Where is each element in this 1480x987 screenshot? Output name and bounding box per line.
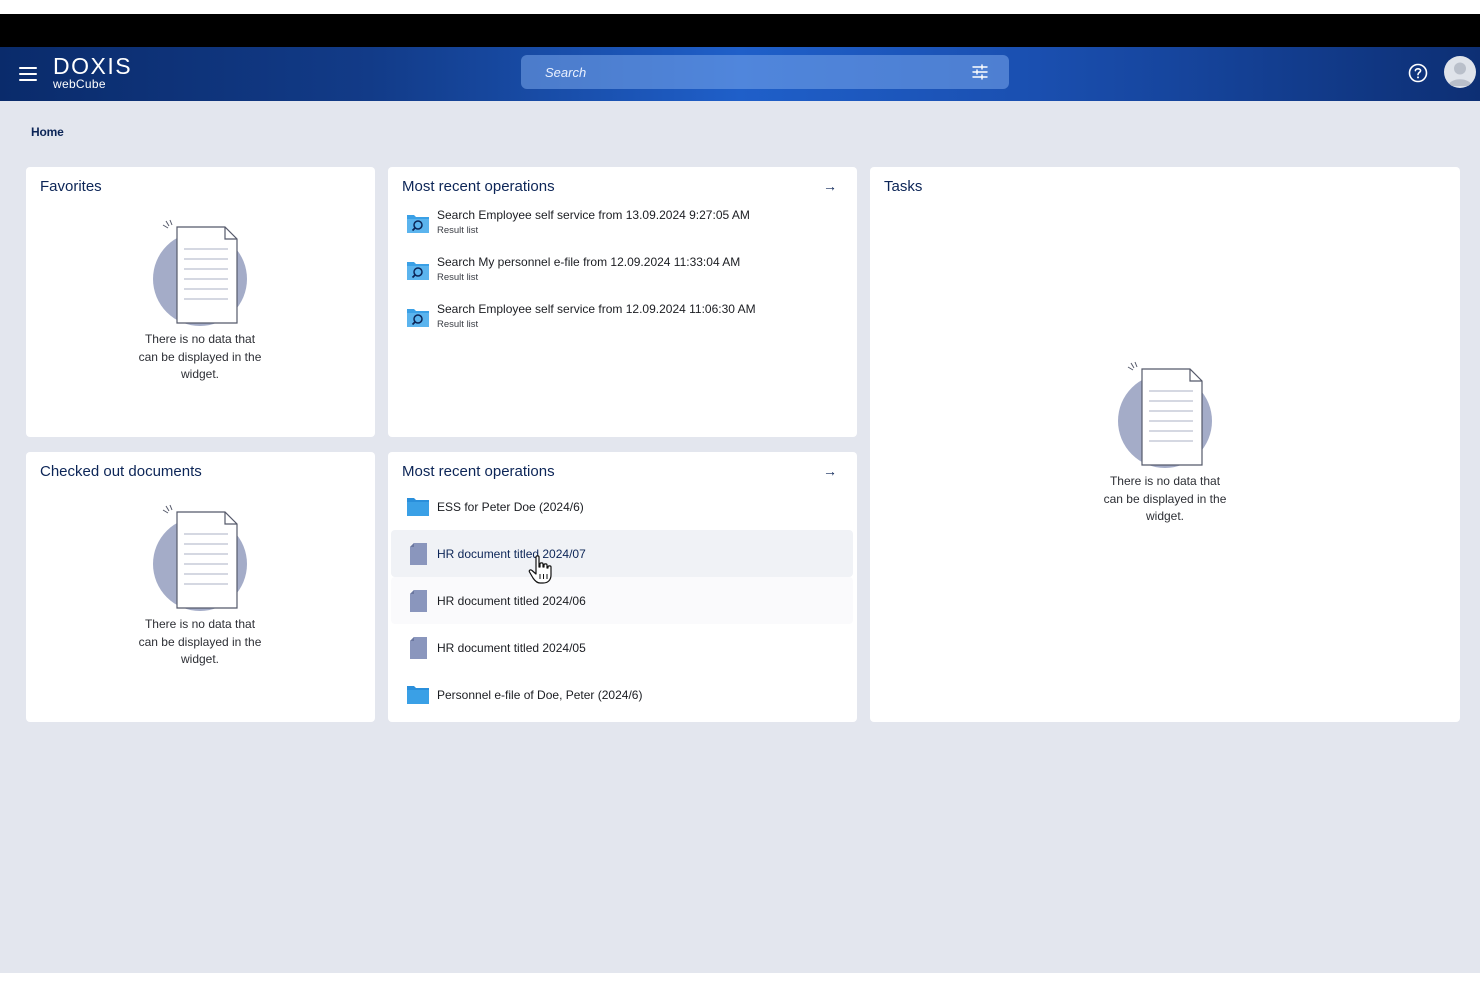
- list-item[interactable]: Search Employee self service from 12.09.…: [391, 296, 853, 343]
- folder-icon: [407, 686, 429, 704]
- list-item[interactable]: Search My personnel e-file from 12.09.20…: [391, 249, 853, 296]
- app-header: DOXIS webCube: [0, 47, 1480, 101]
- widget-title: Most recent operations: [402, 178, 555, 195]
- top-margin: [0, 0, 1480, 14]
- search-filter-icon[interactable]: [972, 64, 988, 80]
- saved-search-icon: [407, 215, 429, 233]
- logo-wordmark: DOXIS: [53, 53, 133, 79]
- user-avatar[interactable]: [1444, 56, 1476, 88]
- main-content: Home Favorites There is no data that can…: [0, 101, 1480, 973]
- folder-icon: [407, 498, 429, 516]
- document-icon: [410, 543, 427, 565]
- document-icon: [410, 637, 427, 659]
- item-label: Search My personnel e-file from 12.09.20…: [437, 255, 741, 269]
- list-item[interactable]: Personnel e-file of Doe, Peter (2024/6): [391, 671, 853, 718]
- empty-message: There is no data that can be displayed i…: [138, 617, 262, 666]
- hamburger-menu-icon[interactable]: [16, 63, 40, 85]
- search-input[interactable]: [521, 55, 961, 89]
- list-item[interactable]: HR document titled 2024/06: [391, 577, 853, 624]
- empty-state: There is no data that can be displayed i…: [135, 504, 265, 669]
- bottom-margin: [0, 973, 1480, 987]
- widget-title: Tasks: [884, 178, 923, 195]
- list-item[interactable]: Search Employee self service from 13.09.…: [391, 202, 853, 249]
- user-icon: [1448, 62, 1472, 86]
- empty-document-illustration-icon: [1115, 361, 1215, 471]
- empty-document-illustration-icon: [150, 504, 250, 614]
- help-icon[interactable]: [1408, 63, 1428, 83]
- tasks-widget: Tasks There is no data that can be displ…: [870, 167, 1460, 722]
- list-item[interactable]: ESS for Peter Doe (2024/6): [391, 483, 853, 530]
- item-label: Personnel e-file of Doe, Peter (2024/6): [437, 688, 643, 702]
- saved-search-icon: [407, 309, 429, 327]
- doxis-logo[interactable]: DOXIS webCube: [53, 54, 132, 91]
- logo-subtitle: webCube: [53, 77, 106, 91]
- widget-title: Checked out documents: [40, 463, 202, 480]
- checked-out-documents-widget: Checked out documents There is no data t…: [26, 452, 375, 722]
- arrow-right-icon[interactable]: →: [823, 463, 837, 479]
- empty-message: There is no data that can be displayed i…: [1103, 474, 1227, 523]
- document-icon: [410, 590, 427, 612]
- recent-searches-widget: Most recent operations → Search Employee…: [388, 167, 857, 437]
- item-label: HR document titled 2024/05: [437, 641, 586, 655]
- search-bar: [521, 55, 1009, 89]
- item-label: Search Employee self service from 12.09.…: [437, 302, 756, 316]
- empty-message: There is no data that can be displayed i…: [138, 332, 262, 381]
- widget-title: Most recent operations: [402, 463, 555, 480]
- list-item[interactable]: HR document titled 2024/07: [391, 530, 853, 577]
- empty-state: There is no data that can be displayed i…: [1100, 361, 1230, 526]
- item-sublabel: Result list: [437, 225, 479, 236]
- arrow-right-icon[interactable]: →: [823, 178, 837, 194]
- item-sublabel: Result list: [437, 319, 479, 330]
- empty-document-illustration-icon: [150, 219, 250, 329]
- list-item[interactable]: HR document titled 2024/05: [391, 624, 853, 671]
- breadcrumb-home[interactable]: Home: [31, 125, 64, 139]
- item-label: Search Employee self service from 13.09.…: [437, 208, 750, 222]
- item-label: HR document titled 2024/06: [437, 594, 586, 608]
- favorites-widget: Favorites There is no data that can be d…: [26, 167, 375, 437]
- item-sublabel: Result list: [437, 272, 479, 283]
- empty-state: There is no data that can be displayed i…: [135, 219, 265, 384]
- item-label: ESS for Peter Doe (2024/6): [437, 500, 584, 514]
- recent-documents-widget: Most recent operations → ESS for Peter D…: [388, 452, 857, 722]
- browser-top-bar: [0, 14, 1480, 47]
- item-label: HR document titled 2024/07: [437, 547, 586, 561]
- saved-search-icon: [407, 262, 429, 280]
- widget-title: Favorites: [40, 178, 102, 195]
